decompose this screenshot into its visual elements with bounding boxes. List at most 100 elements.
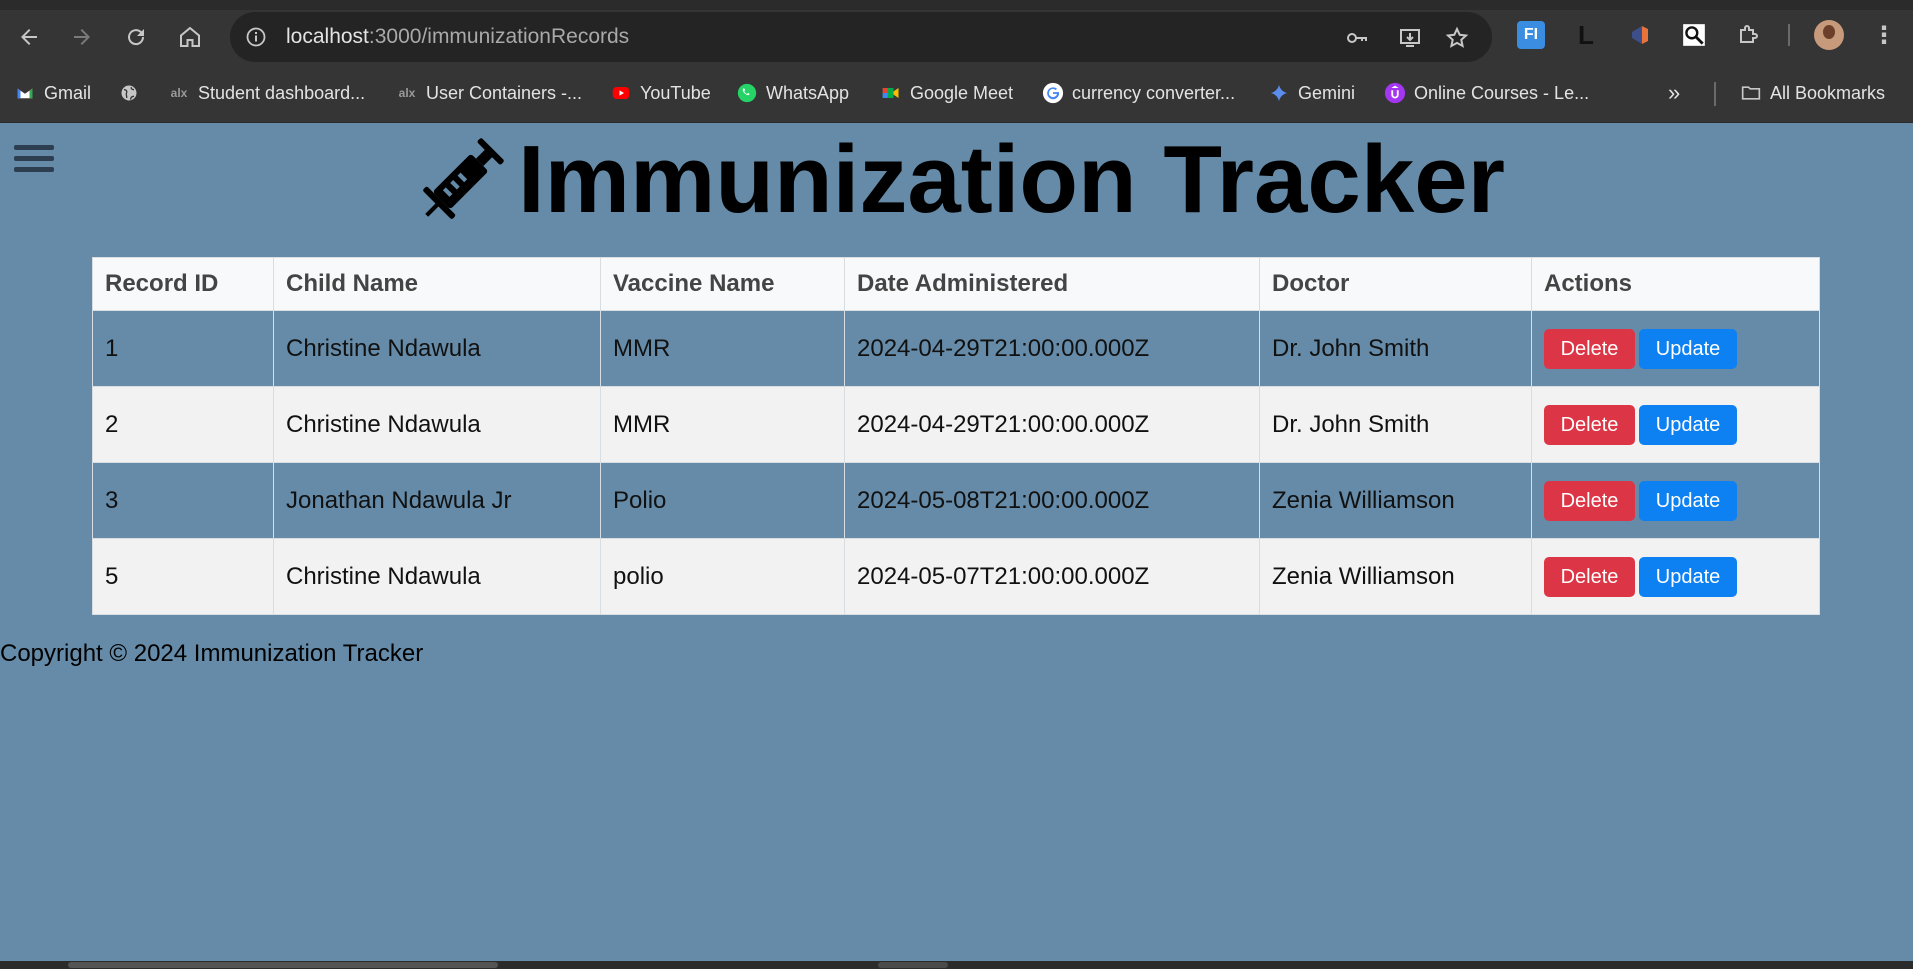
cell-actions: Delete Update	[1531, 386, 1820, 463]
udemy-icon	[1384, 82, 1406, 104]
browser-toolbar: localhost:3000/immunizationRecords FI L …	[0, 10, 1913, 64]
bookmarks-divider	[1714, 82, 1716, 106]
table-row: 1 Christine Ndawula MMR 2024-04-29T21:00…	[92, 310, 1820, 387]
page-body: Immunization Tracker Record ID Child Nam…	[0, 123, 1913, 961]
cell-date-administered: 2024-04-29T21:00:00.000Z	[844, 310, 1260, 387]
home-button[interactable]	[175, 22, 205, 52]
bookmark-label: YouTube	[640, 82, 711, 103]
reload-button[interactable]	[121, 22, 151, 52]
bookmark-label: Gemini	[1298, 82, 1356, 103]
address-bar[interactable]: localhost:3000/immunizationRecords	[230, 12, 1492, 62]
cell-vaccine-name: Polio	[600, 462, 845, 539]
info-icon[interactable]	[246, 27, 266, 47]
delete-button[interactable]: Delete	[1544, 404, 1635, 445]
kebab-menu-icon[interactable]: ⋮	[1870, 21, 1898, 49]
table-row: 2 Christine Ndawula MMR 2024-04-29T21:00…	[92, 386, 1820, 463]
column-header-vaccine-name: Vaccine Name	[600, 257, 845, 311]
extension-l-icon[interactable]: L	[1572, 20, 1600, 50]
scrollbar-thumb-secondary	[878, 962, 948, 968]
key-icon	[1347, 33, 1367, 43]
arrow-left-icon	[21, 29, 37, 45]
cell-actions: Delete Update	[1531, 462, 1820, 539]
bookmark-gemini[interactable]: Gemini	[1268, 80, 1355, 106]
column-header-record-id: Record ID	[92, 257, 274, 311]
update-button[interactable]: Update	[1639, 328, 1737, 369]
all-bookmarks-button[interactable]: All Bookmarks	[1740, 80, 1885, 106]
bookmark-label: Google Meet	[910, 82, 1014, 103]
password-key-button[interactable]	[1344, 25, 1370, 51]
table-header-row: Record ID Child Name Vaccine Name Date A…	[92, 257, 1820, 311]
bookmark-online-courses[interactable]: Online Courses - Le...	[1384, 80, 1589, 106]
scrollbar-thumb[interactable]	[68, 962, 498, 968]
page-header: Immunization Tracker	[410, 125, 1505, 235]
bookmark-star-button[interactable]	[1444, 25, 1470, 51]
immunization-records-table: Record ID Child Name Vaccine Name Date A…	[92, 257, 1820, 615]
cell-doctor: Dr. John Smith	[1259, 310, 1532, 387]
cell-child-name: Christine Ndawula	[273, 538, 601, 615]
menu-toggle-button[interactable]	[14, 145, 54, 177]
toolbar-divider	[1788, 24, 1790, 46]
cell-doctor: Dr. John Smith	[1259, 386, 1532, 463]
update-button[interactable]: Update	[1639, 404, 1737, 445]
cell-record-id: 3	[92, 462, 274, 539]
cell-vaccine-name: polio	[600, 538, 845, 615]
whatsapp-icon	[736, 82, 758, 104]
install-icon	[1400, 29, 1420, 47]
bookmark-whatsapp[interactable]: WhatsApp	[736, 80, 849, 106]
arrow-right-icon	[74, 29, 90, 45]
column-header-actions: Actions	[1531, 257, 1820, 311]
gemini-icon	[1268, 82, 1290, 104]
google-icon	[1042, 82, 1064, 104]
url-text[interactable]: localhost:3000/immunizationRecords	[286, 25, 629, 49]
cell-vaccine-name: MMR	[600, 386, 845, 463]
url-host: localhost	[286, 25, 369, 48]
bookmark-user-containers[interactable]: alx User Containers -...	[396, 80, 582, 106]
reload-icon	[128, 29, 145, 46]
page-footer: Copyright © 2024 Immunization Tracker	[0, 640, 424, 667]
column-header-doctor: Doctor	[1259, 257, 1532, 311]
cell-record-id: 1	[92, 310, 274, 387]
column-header-date-administered: Date Administered	[844, 257, 1260, 311]
bookmark-currency-converter[interactable]: currency converter...	[1042, 80, 1235, 106]
bookmark-google-meet[interactable]: Google Meet	[880, 80, 1013, 106]
cell-actions: Delete Update	[1531, 310, 1820, 387]
alx-icon: alx	[398, 86, 416, 100]
star-icon	[1445, 26, 1469, 48]
syringe-icon	[423, 138, 504, 219]
extension-stack-icon[interactable]	[1626, 21, 1654, 49]
youtube-icon	[610, 82, 632, 104]
cell-child-name: Christine Ndawula	[273, 386, 601, 463]
column-header-child-name: Child Name	[273, 257, 601, 311]
bookmark-label: Gmail	[44, 82, 92, 103]
cell-doctor: Zenia Williamson	[1259, 462, 1532, 539]
bookmark-label: currency converter...	[1072, 82, 1236, 103]
bookmark-gmail[interactable]: Gmail	[14, 80, 91, 106]
bookmark-youtube[interactable]: YouTube	[610, 80, 711, 106]
hamburger-line	[14, 145, 54, 150]
delete-button[interactable]: Delete	[1544, 328, 1635, 369]
bookmark-globe[interactable]	[118, 80, 148, 106]
update-button[interactable]: Update	[1639, 556, 1737, 597]
bookmark-student-dashboard[interactable]: alx Student dashboard...	[168, 80, 365, 106]
window-title-bar	[0, 0, 1913, 10]
chevron-double-right-icon: »	[1668, 80, 1681, 105]
more-bookmarks-button[interactable]: »	[1668, 80, 1680, 106]
update-button[interactable]: Update	[1639, 480, 1737, 521]
extension-search-icon[interactable]	[1680, 21, 1708, 49]
install-app-button[interactable]	[1397, 25, 1423, 51]
page-title: Immunization Tracker	[518, 126, 1505, 233]
bookmark-label: Student dashboard...	[198, 82, 366, 103]
delete-button[interactable]: Delete	[1544, 480, 1635, 521]
cell-actions: Delete Update	[1531, 538, 1820, 615]
bookmark-label: WhatsApp	[766, 82, 850, 103]
forward-button[interactable]	[67, 22, 97, 52]
google-meet-icon	[880, 82, 902, 104]
bookmark-label: Online Courses - Le...	[1414, 82, 1590, 103]
back-button[interactable]	[14, 22, 44, 52]
globe-icon	[118, 82, 140, 104]
profile-avatar[interactable]	[1814, 20, 1844, 50]
folder-icon	[1740, 82, 1762, 104]
extension-fi-icon[interactable]: FI	[1517, 21, 1545, 49]
extensions-puzzle-icon[interactable]	[1734, 21, 1762, 49]
delete-button[interactable]: Delete	[1544, 556, 1635, 597]
